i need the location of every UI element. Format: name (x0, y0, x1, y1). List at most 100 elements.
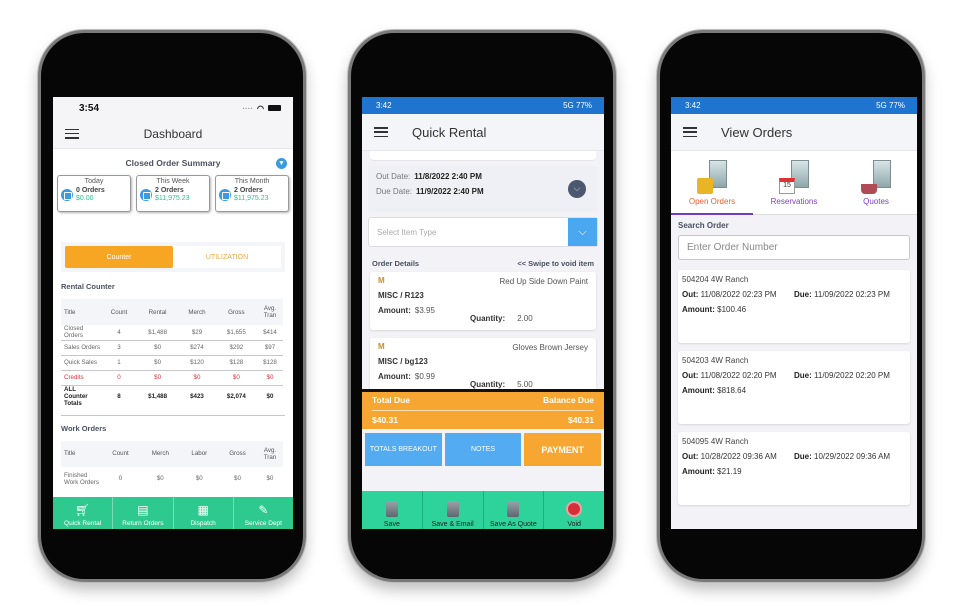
order-amount: $100.46 (717, 305, 747, 314)
save-button[interactable]: Save (362, 491, 423, 529)
item-quantity: 2.00 (517, 314, 533, 323)
card-period: Today (84, 178, 104, 185)
document-icon: ▤ (137, 503, 149, 517)
order-due-date: 11/09/2022 02:23 PM (814, 290, 890, 299)
column-header: Rental (136, 299, 179, 325)
chevron-down-icon[interactable]: ⌵ (568, 218, 597, 246)
void-button[interactable]: Void (544, 491, 604, 529)
tab-counter[interactable]: Counter (65, 246, 173, 268)
totals-breakout-button[interactable]: TOTALS BREAKOUT (365, 433, 442, 466)
status-indicators: 5G 77% (563, 101, 592, 110)
table-row: Finished Work Orders 0 $0 $0 $0 $0 (64, 471, 274, 486)
summary-cards: Today 0 Orders $0.00 This Week 2 Orders $1… (53, 175, 293, 212)
column-header: Gross (217, 440, 257, 467)
filter-icon[interactable]: ▼ (276, 158, 287, 169)
item-type-select[interactable]: Select Item Type ⌵ (368, 217, 598, 247)
column-header: Gross (215, 299, 257, 325)
calendar-icon (219, 189, 231, 201)
balance-due-value: $40.31 (568, 415, 594, 425)
status-time: 3:42 (685, 101, 701, 110)
order-item[interactable]: M Gloves Brown Jersey MISC / bg123 Amoun… (370, 338, 596, 396)
due-date-value: 11/9/2022 2:40 PM (416, 187, 484, 196)
column-header: Labor (180, 440, 218, 467)
calendar-icon (140, 189, 152, 201)
notes-button[interactable]: NOTES (444, 433, 522, 466)
item-quantity: 5.00 (517, 380, 533, 389)
order-card[interactable]: 504095 4W Ranch Out: 10/28/2022 09:36 AM… (678, 432, 910, 505)
card-amount: $11,975.23 (155, 195, 190, 202)
table-row: Quick Sales 1 $0 $120 $128 $128 (61, 355, 283, 371)
order-tabs: Open Orders 15 Reservations Quotes (671, 151, 917, 215)
column-header: Merch (140, 440, 181, 467)
order-due-date: 10/29/2022 09:36 AM (814, 452, 891, 461)
balance-due-label: Balance Due (542, 395, 594, 405)
item-name: Gloves Brown Jersey (512, 343, 588, 352)
summary-title: Closed Order Summary (125, 158, 221, 168)
calendar-icon (61, 189, 73, 201)
order-card[interactable]: 504204 4W Ranch Out: 11/08/2022 02:23 PM… (678, 270, 910, 343)
item-sku: MISC / bg123 (378, 357, 428, 366)
payment-button[interactable]: PAYMENT (524, 433, 602, 466)
column-header: Title (61, 440, 101, 467)
work-orders-title: Work Orders (61, 414, 285, 433)
page-title: View Orders (721, 124, 793, 140)
summary-card-month[interactable]: This Month 2 Orders $11,975.23 (215, 175, 289, 212)
status-bar: 3:42 5G 77% (362, 97, 604, 114)
status-bar: 3:54 ···· ◠ (53, 97, 293, 119)
calendar-icon: 15 (777, 160, 811, 194)
status-bar: 3:42 5G 77% (671, 97, 917, 114)
totals-panel: Total Due Balance Due $40.31 $40.31 (362, 389, 604, 429)
order-item[interactable]: M Red Up Side Down Paint MISC / R123 Amo… (370, 272, 596, 330)
total-due-label: Total Due (372, 395, 411, 405)
tab-reservations[interactable]: 15 Reservations (753, 151, 835, 214)
tab-service-dept[interactable]: ✎ Service Dept (234, 497, 293, 529)
search-order-label: Search Order (678, 221, 729, 230)
out-date-label: Out Date: (376, 172, 411, 181)
cart-icon: 🛒︎ (75, 503, 91, 517)
menu-icon[interactable] (65, 128, 79, 139)
phone-dashboard: 3:54 ···· ◠ Dashboard Closed Order Summar… (38, 30, 306, 582)
card-orders: 2 Orders (234, 187, 263, 194)
view-orders-screen: 3:42 5G 77% View Orders Open Orders 15 R… (671, 97, 917, 529)
table-row-credits: Credits 0 $0 $0 $0 $0 (61, 370, 283, 386)
battery-icon (268, 105, 281, 111)
menu-icon[interactable] (683, 127, 697, 137)
wifi-icon: ◠ (257, 103, 264, 113)
tab-quick-rental[interactable]: 🛒︎ Quick Rental (53, 497, 114, 529)
summary-card-today[interactable]: Today 0 Orders $0.00 (57, 175, 131, 212)
bottom-action-bar: Save Save & Email Save As Quote Void (362, 491, 604, 529)
rental-counter-table: Title Count Rental Merch Gross Avg. Tran… (61, 299, 283, 407)
chat-edit-icon: ✎ (258, 503, 269, 517)
card-period: This Month (234, 178, 270, 185)
rental-counter-title: Rental Counter (61, 282, 115, 291)
status-time: 3:42 (376, 101, 392, 110)
tab-quotes[interactable]: Quotes (835, 151, 917, 214)
column-header: Count (101, 440, 140, 467)
column-header: Merch (178, 299, 216, 325)
swipe-hint: << Swipe to void item (517, 259, 594, 268)
tab-dispatch[interactable]: ▦ Dispatch (174, 497, 234, 529)
tab-return-orders[interactable]: ▤ Return Orders (113, 497, 174, 529)
column-header: Title (61, 299, 101, 325)
save-email-button[interactable]: Save & Email (423, 491, 484, 529)
floppy-disk-icon (385, 501, 398, 517)
summary-card-week[interactable]: This Week 2 Orders $11,975.23 (136, 175, 210, 212)
item-sku: MISC / R123 (378, 291, 424, 300)
phone-quick-rental: 3:42 5G 77% Quick Rental Out Date: 11/8/2… (348, 30, 616, 582)
basket-icon (859, 160, 893, 194)
item-amount: $3.95 (414, 306, 435, 315)
menu-icon[interactable] (374, 127, 388, 137)
tab-utilization[interactable]: UTILIZATION (173, 246, 281, 268)
tab-open-orders[interactable]: Open Orders (671, 151, 753, 214)
order-number-input[interactable]: Enter Order Number (678, 235, 910, 260)
item-name: Red Up Side Down Paint (499, 277, 589, 286)
dates-panel: Out Date: 11/8/2022 2:40 PM Due Date: 11/9… (368, 166, 598, 212)
order-header: 504203 4W Ranch (682, 356, 749, 365)
page-title: Dashboard (143, 126, 203, 141)
bottom-tab-bar: 🛒︎ Quick Rental ▤ Return Orders ▦ Dispatch … (53, 497, 293, 529)
app-bar: Dashboard (53, 119, 293, 149)
page-title: Quick Rental (412, 124, 487, 140)
save-as-quote-button[interactable]: Save As Quote (484, 491, 545, 529)
order-card[interactable]: 504203 4W Ranch Out: 11/08/2022 02:20 PM… (678, 351, 910, 424)
expand-chevron-icon[interactable]: ⌵ (568, 180, 586, 198)
